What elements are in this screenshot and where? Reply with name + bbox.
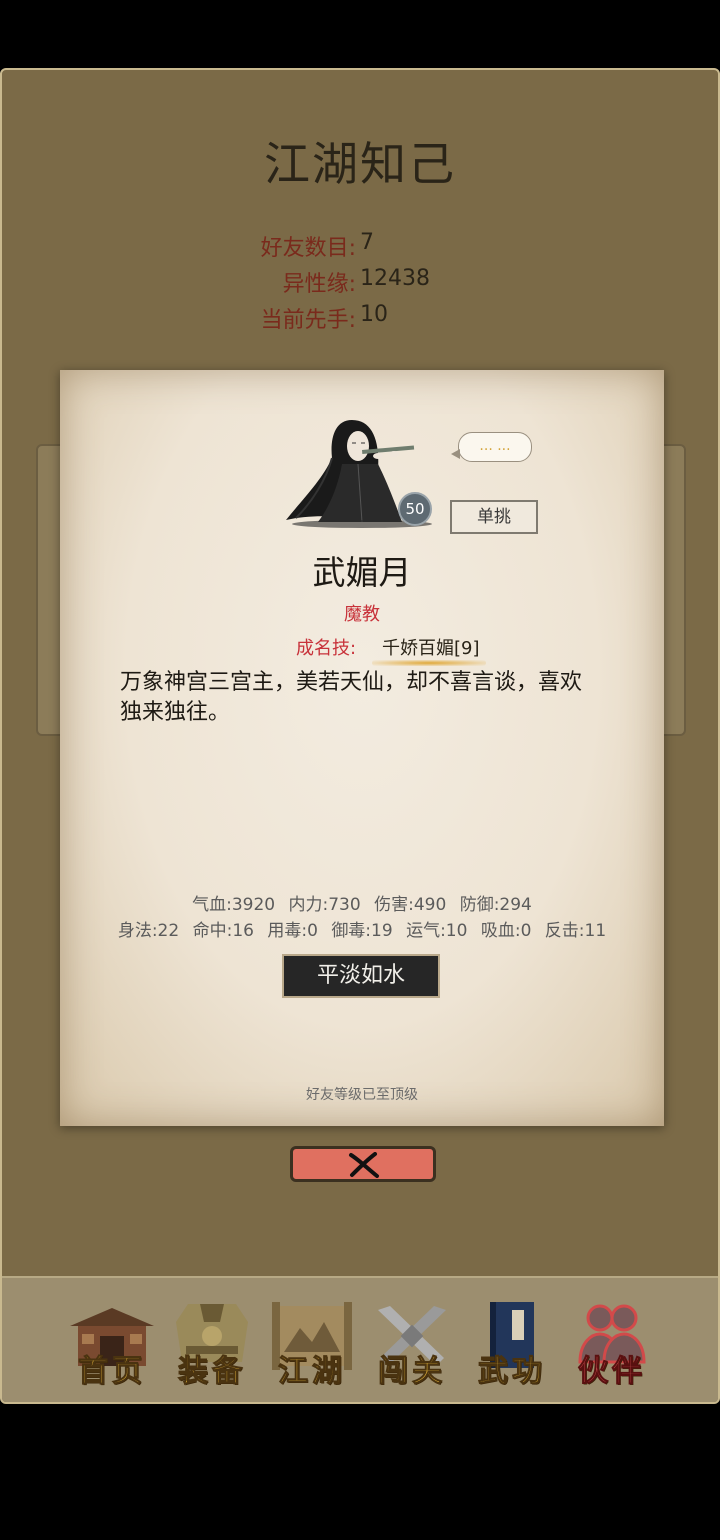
nav-home-label: 首页 — [78, 1354, 146, 1390]
attr-poison: 用毒:0 — [267, 921, 318, 941]
signature-skill-label: 成名技: — [296, 638, 357, 659]
attribute-block: 气血:3920 内力:730 伤害:490 防御:294 身法:22 命中:16… — [60, 892, 664, 944]
page-title: 江湖知己 — [264, 137, 456, 191]
nav-martial-arts-label: 武功 — [478, 1354, 546, 1390]
nav-world-label: 江湖 — [278, 1354, 346, 1390]
friend-count-label: 好友数目: — [260, 236, 356, 261]
attribute-line-1: 气血:3920 内力:730 伤害:490 防御:294 — [60, 892, 664, 918]
mood-button[interactable]: 平淡如水 — [282, 954, 440, 998]
nav-partners[interactable]: 伙伴 — [564, 1292, 660, 1392]
character-name: 武媚月 — [312, 553, 412, 592]
nav-equipment-label: 装备 — [178, 1354, 246, 1390]
attr-internal-power: 内力:730 — [288, 895, 361, 915]
attr-lifesteal: 吸血:0 — [480, 921, 532, 941]
attr-hp: 气血:3920 — [192, 895, 276, 915]
attr-accuracy: 命中:16 — [192, 921, 254, 941]
attr-damage: 伤害:490 — [374, 895, 447, 915]
attribute-line-2: 身法:22 命中:16 用毒:0 御毒:19 运气:10 吸血:0 反击:11 — [60, 918, 664, 944]
nav-martial-arts[interactable]: 武功 — [464, 1292, 560, 1392]
character-card: 50 ... ... 单挑 武媚月 魔教 成名技: 千娇百媚[9] 万象神宫三宫… — [60, 370, 664, 1126]
attr-agility: 身法:22 — [117, 921, 180, 941]
game-area: 江湖知己 好友数目: 7 异性缘: 12438 当前先手: 10 50 ... … — [0, 68, 720, 1404]
signature-skill-value[interactable]: 千娇百媚[9] — [382, 634, 480, 660]
close-button[interactable] — [290, 1146, 436, 1182]
screen: 江湖知己 好友数目: 7 异性缘: 12438 当前先手: 10 50 ... … — [0, 0, 720, 1540]
character-bio: 万象神宫三宫主，美若天仙，却不喜言谈，喜欢独来独往。 — [120, 670, 583, 725]
character-sect: 魔教 — [344, 604, 380, 625]
level-badge: 50 — [398, 492, 432, 526]
nav-stages-label: 闯关 — [378, 1354, 446, 1390]
initiative-value: 10 — [360, 302, 388, 327]
attr-poison-resist: 御毒:19 — [331, 921, 393, 941]
duel-button[interactable]: 单挑 — [450, 500, 538, 534]
friend-count-value: 7 — [360, 230, 374, 255]
speech-bubble: ... ... — [451, 432, 532, 462]
bottom-nav: 首页 装备 江湖 闯关 武功 伙伴 — [2, 1276, 718, 1402]
charm-value: 12438 — [360, 266, 430, 291]
attr-counter: 反击:11 — [544, 921, 607, 941]
attr-defense: 防御:294 — [459, 895, 532, 915]
nav-home[interactable]: 首页 — [64, 1292, 160, 1392]
initiative-label: 当前先手: — [260, 308, 356, 333]
skill-underline — [372, 660, 486, 666]
nav-world[interactable]: 江湖 — [264, 1292, 360, 1392]
friend-level-note: 好友等级已至顶级 — [306, 1087, 418, 1103]
nav-equipment[interactable]: 装备 — [164, 1292, 260, 1392]
close-x-icon — [349, 1152, 379, 1178]
nav-partners-label: 伙伴 — [578, 1354, 646, 1390]
charm-label: 异性缘: — [282, 272, 356, 297]
attr-luck: 运气:10 — [406, 921, 468, 941]
nav-stages[interactable]: 闯关 — [364, 1292, 460, 1392]
